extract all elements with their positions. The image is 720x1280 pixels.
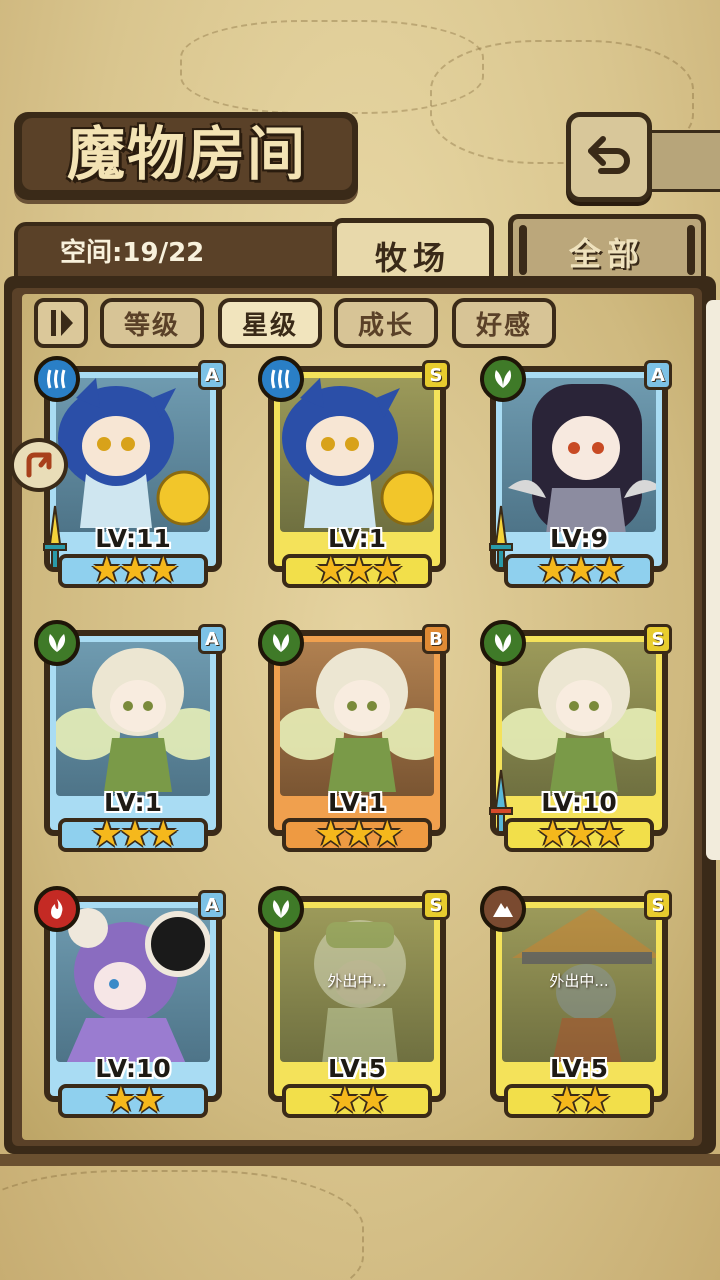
dark-hair-girl-portrait xyxy=(508,384,656,532)
star-rating: ★★★ xyxy=(314,550,404,591)
return-arrow-icon xyxy=(588,136,630,174)
tab-post xyxy=(519,225,527,275)
star-rating: ★★ xyxy=(104,1080,166,1121)
monster-card[interactable]: A LV:11 ★★★ xyxy=(34,356,228,594)
star-rating: ★★★ xyxy=(90,814,180,855)
side-pull-tab[interactable] xyxy=(10,438,68,492)
rank-badge: A xyxy=(198,360,226,390)
leaf-element-icon xyxy=(480,620,526,666)
water-element-icon xyxy=(34,356,80,402)
leaf-element-icon xyxy=(34,620,80,666)
level-label: LV:1 xyxy=(327,524,387,553)
monster-card[interactable]: S 外出中... LV:5 ★★ xyxy=(258,886,452,1124)
rank-badge: S xyxy=(422,360,450,390)
monster-card[interactable]: A LV:9 ★★★ xyxy=(480,356,674,594)
space-counter: 空间:19/22 xyxy=(60,238,205,268)
rank-badge: S xyxy=(422,890,450,920)
monster-card[interactable]: A LV:10 ★★ xyxy=(34,886,228,1124)
leaf-fairy-portrait xyxy=(502,648,656,792)
bottom-trim xyxy=(0,1154,720,1166)
star-rating: ★★ xyxy=(328,1080,390,1121)
star-rating: ★★ xyxy=(550,1080,612,1121)
rank-badge: A xyxy=(198,890,226,920)
away-status: 外出中... xyxy=(549,972,609,990)
leaf-element-icon xyxy=(258,620,304,666)
away-status: 外出中... xyxy=(327,972,387,990)
level-label: LV:9 xyxy=(549,524,609,553)
fire-element-icon xyxy=(34,886,80,932)
level-label: LV:1 xyxy=(103,788,163,817)
rank-badge: B xyxy=(422,624,450,654)
back-button[interactable] xyxy=(566,112,652,202)
monster-card[interactable]: S 外出中... LV:5 ★★ xyxy=(480,886,674,1124)
scrollbar[interactable] xyxy=(706,300,720,860)
arrow-right-icon xyxy=(26,452,52,478)
monster-card[interactable]: B LV:1 ★★★ xyxy=(258,620,452,858)
water-element-icon xyxy=(258,356,304,402)
rank-badge: S xyxy=(644,890,672,920)
blue-catgirl-portrait xyxy=(282,378,434,528)
level-label: LV:10 xyxy=(541,788,617,817)
level-label: LV:10 xyxy=(95,1054,171,1083)
monster-portrait xyxy=(280,378,434,532)
sort-label: 等级 xyxy=(123,310,180,341)
sort-label: 成长 xyxy=(357,310,414,341)
sort-affection-button[interactable]: 好感 xyxy=(452,298,556,348)
star-rating: ★★★ xyxy=(90,550,180,591)
level-label: LV:5 xyxy=(549,1054,609,1083)
sort-label: 星级 xyxy=(241,310,298,341)
monster-room-screen: 魔物房间 空间:19/22 牧场 全部 等级 星级 成长 好感 A LV:11 … xyxy=(0,0,720,1280)
rank-badge: A xyxy=(644,360,672,390)
star-rating: ★★★ xyxy=(536,550,626,591)
leaf-element-icon xyxy=(258,886,304,932)
level-label: LV:11 xyxy=(95,524,171,553)
star-rating: ★★★ xyxy=(536,814,626,855)
leaf-fairy-portrait xyxy=(280,648,434,792)
star-rating: ★★★ xyxy=(314,814,404,855)
monster-portrait xyxy=(56,378,210,532)
rank-badge: A xyxy=(198,624,226,654)
monster-card[interactable]: S LV:10 ★★★ xyxy=(480,620,674,858)
tab-post xyxy=(687,225,695,275)
level-label: LV:5 xyxy=(327,1054,387,1083)
sort-toggle-icon xyxy=(51,310,73,336)
tab-all[interactable]: 全部 xyxy=(508,214,706,285)
sort-level-button[interactable]: 等级 xyxy=(100,298,204,348)
tab-label: 全部 xyxy=(568,235,645,273)
rank-badge: S xyxy=(644,624,672,654)
monster-portrait xyxy=(56,642,210,796)
sort-growth-button[interactable]: 成长 xyxy=(334,298,438,348)
leaf-element-icon xyxy=(480,356,526,402)
tab-label: 牧场 xyxy=(374,239,451,277)
blue-catgirl-portrait xyxy=(58,378,210,528)
monster-card[interactable]: A LV:1 ★★★ xyxy=(34,620,228,858)
map-decoration xyxy=(0,1170,364,1280)
sort-order-toggle[interactable] xyxy=(34,298,88,348)
leaf-fairy-portrait xyxy=(56,648,210,792)
monster-portrait xyxy=(502,642,656,796)
fly-girl-portrait xyxy=(66,908,210,1062)
sort-star-button[interactable]: 星级 xyxy=(218,298,322,348)
monster-portrait xyxy=(280,642,434,796)
monster-portrait xyxy=(56,908,210,1062)
page-title: 魔物房间 xyxy=(66,120,307,188)
sort-label: 好感 xyxy=(475,310,532,341)
monster-card[interactable]: S LV:1 ★★★ xyxy=(258,356,452,594)
monster-portrait xyxy=(502,378,656,532)
level-label: LV:1 xyxy=(327,788,387,817)
mountain-element-icon xyxy=(480,886,526,932)
